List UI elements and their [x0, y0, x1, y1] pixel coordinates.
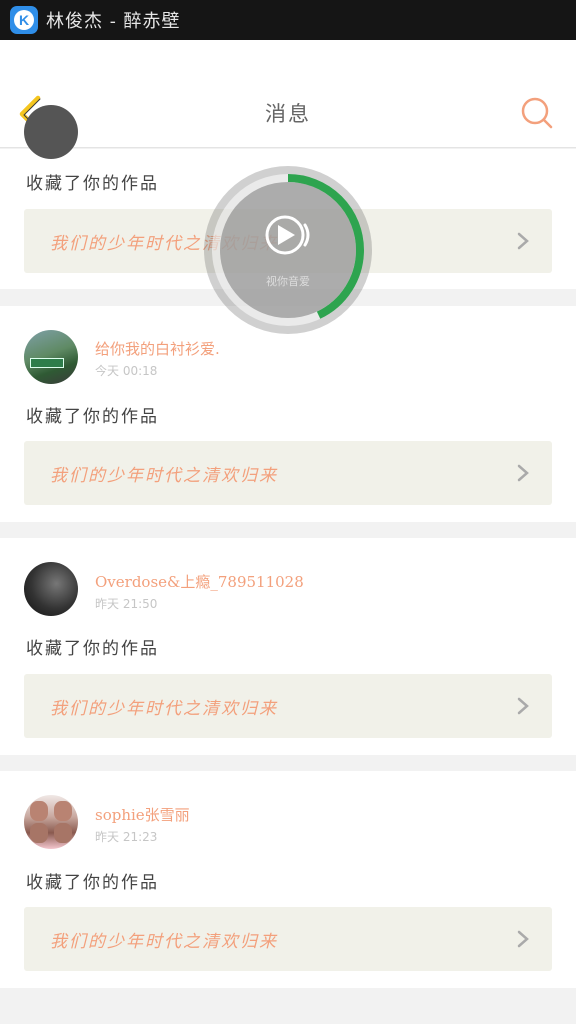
action-text: 收藏了你的作品: [26, 873, 159, 893]
action-text: 收藏了你的作品: [26, 174, 159, 194]
action-text: 收藏了你的作品: [26, 407, 159, 427]
work-title: 我们的少年时代之清欢归来: [50, 932, 278, 952]
chevron-right-icon: [517, 464, 529, 482]
page-title: 消息: [265, 102, 311, 126]
username[interactable]: 给你我的白衬衫爱.: [95, 338, 220, 359]
search-button[interactable]: [520, 96, 554, 130]
action-text: 收藏了你的作品: [26, 639, 159, 659]
chevron-right-icon: [517, 232, 529, 250]
work-link[interactable]: 我们的少年时代之清欢归来: [24, 674, 552, 738]
chevron-right-icon: [517, 697, 529, 715]
message-card[interactable]: 给你我的白衬衫爱. 今天 00:18 收藏了你的作品 我们的少年时代之清欢归来: [0, 306, 576, 522]
work-title: 我们的少年时代之清欢归来: [50, 466, 278, 486]
message-card[interactable]: Overdose&上瘾_789511028 昨天 21:50 收藏了你的作品 我…: [0, 538, 576, 755]
chevron-right-icon: [517, 930, 529, 948]
username[interactable]: sophie张雪丽: [95, 804, 190, 825]
avatar[interactable]: [24, 330, 78, 384]
status-bar: K 林俊杰 - 醉赤壁: [0, 0, 576, 40]
floating-player[interactable]: 视你音爱: [203, 165, 373, 335]
now-playing-text: 林俊杰 - 醉赤壁: [46, 11, 181, 32]
avatar[interactable]: [24, 562, 78, 616]
work-link[interactable]: 我们的少年时代之清欢归来: [24, 907, 552, 971]
avatar: [24, 105, 78, 159]
timestamp: 今天 00:18: [95, 364, 158, 378]
header-bar: 消息: [0, 40, 576, 148]
search-icon: [521, 97, 553, 129]
message-card[interactable]: sophie张雪丽 昨天 21:23 收藏了你的作品 我们的少年时代之清欢归来: [0, 771, 576, 988]
work-title: 我们的少年时代之清欢归来: [50, 699, 278, 719]
timestamp: 昨天 21:50: [95, 597, 158, 611]
player-label: 视你音爱: [266, 275, 310, 288]
kugou-app-icon: K: [10, 6, 38, 34]
work-link[interactable]: 我们的少年时代之清欢归来: [24, 441, 552, 505]
username[interactable]: Overdose&上瘾_789511028: [95, 571, 304, 592]
timestamp: 昨天 21:23: [95, 830, 158, 844]
messages-screen: K 林俊杰 - 醉赤壁 消息 收藏了你的作品 我们的少年时代之清欢归来 给你我的…: [0, 0, 576, 1024]
avatar[interactable]: [24, 795, 78, 849]
play-icon[interactable]: [259, 215, 319, 255]
